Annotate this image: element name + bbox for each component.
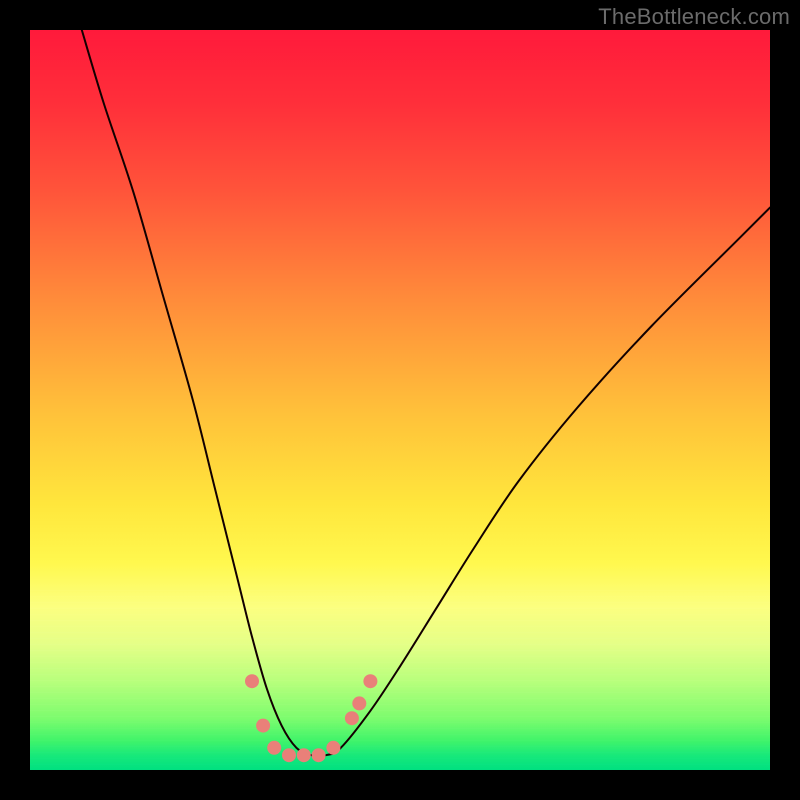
highlight-dot [326, 741, 340, 755]
highlight-dot [352, 696, 366, 710]
highlight-dots [245, 674, 377, 762]
chart-frame: TheBottleneck.com [0, 0, 800, 800]
highlight-dot [256, 719, 270, 733]
highlight-dot [363, 674, 377, 688]
watermark-text: TheBottleneck.com [598, 4, 790, 30]
highlight-dot [267, 741, 281, 755]
highlight-dot [345, 711, 359, 725]
plot-area [30, 30, 770, 770]
highlight-dot [282, 748, 296, 762]
bottleneck-curve [82, 30, 770, 756]
curve-layer [30, 30, 770, 770]
highlight-dot [312, 748, 326, 762]
highlight-dot [245, 674, 259, 688]
highlight-dot [297, 748, 311, 762]
